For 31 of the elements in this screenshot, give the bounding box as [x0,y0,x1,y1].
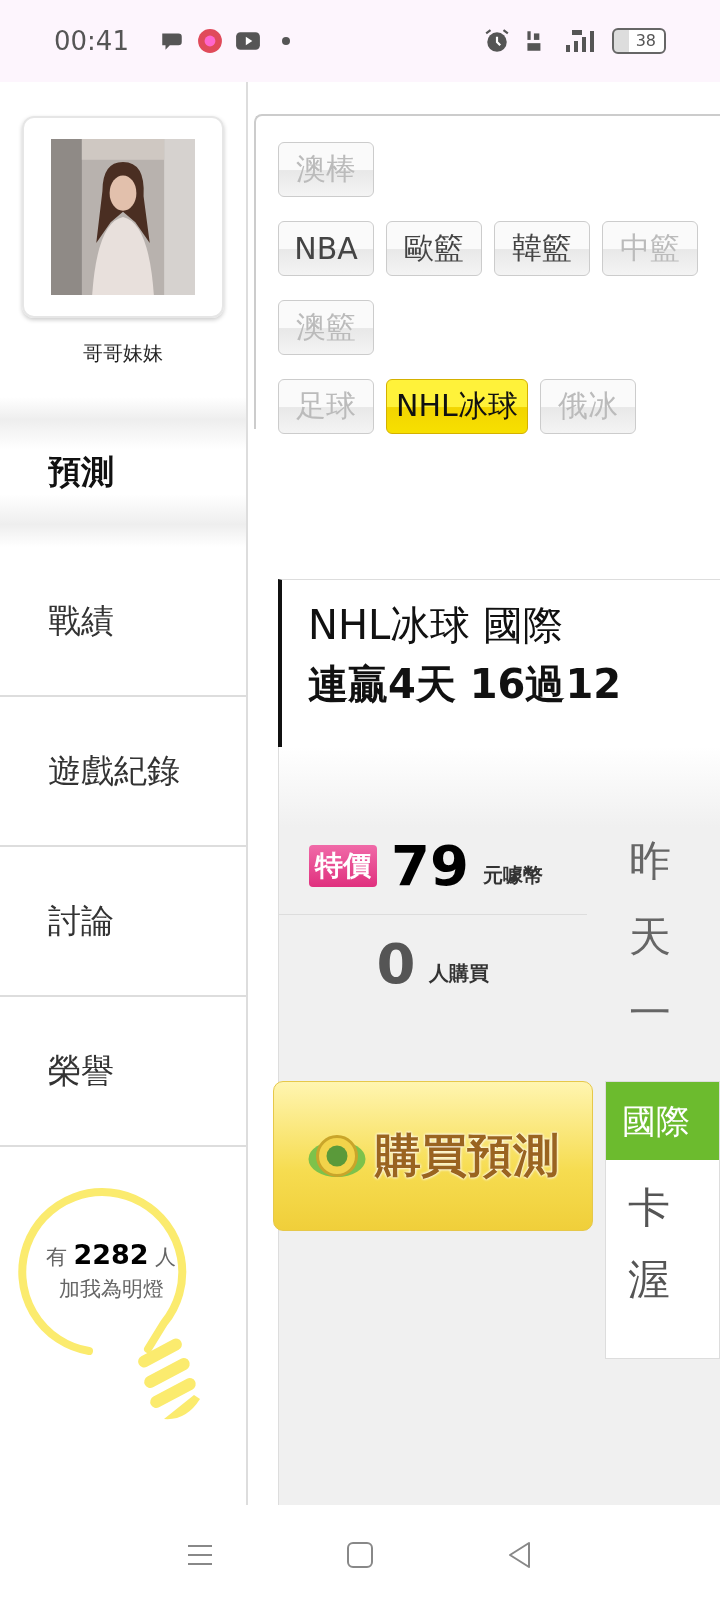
buy-prediction-button[interactable]: 購買預測 [273,1081,593,1231]
description-text: 昨 [629,835,671,887]
notification-dot-icon [280,36,291,46]
sidebar-item[interactable]: 討論 [0,847,246,997]
home-icon[interactable] [345,1539,375,1570]
fans-caption: 加我為明燈 [57,1276,165,1303]
category-tag[interactable]: 韓籃 [494,221,590,276]
league-box-header: 國際 [606,1082,719,1160]
sidebar-item[interactable]: 戰績 [0,547,246,697]
sidebar-item[interactable]: 榮譽 [0,997,246,1147]
category-tag[interactable]: NBA [278,221,374,276]
team-name: 渥 [627,1254,671,1306]
battery-indicator: 38 [611,28,666,54]
fans-count: 有 2282 人 [44,1239,178,1271]
special-price-badge: 特價 [309,844,377,887]
profile-name: 哥哥妹妹 [82,340,164,367]
app-icon [196,28,223,54]
clock-time: 00:41 [54,26,129,56]
description-text: 天 [629,911,671,963]
win-record: 連贏4天 16過12 [308,660,623,709]
category-tag[interactable]: NHL冰球 [386,379,528,434]
description-text: 一 [629,987,671,1039]
buyer-label: 人購買 [429,960,490,987]
category-tag[interactable]: 歐籃 [386,221,482,276]
league-title: NHL冰球 國際 [308,601,564,650]
team-name: 卡 [627,1182,671,1234]
buyer-count: 0 [376,931,416,996]
price-amount: 79 [391,833,469,898]
alarm-icon [483,28,510,54]
sidebar-item[interactable]: 遊戲紀錄 [0,697,246,847]
price-unit: 元噱幣 [482,862,543,889]
